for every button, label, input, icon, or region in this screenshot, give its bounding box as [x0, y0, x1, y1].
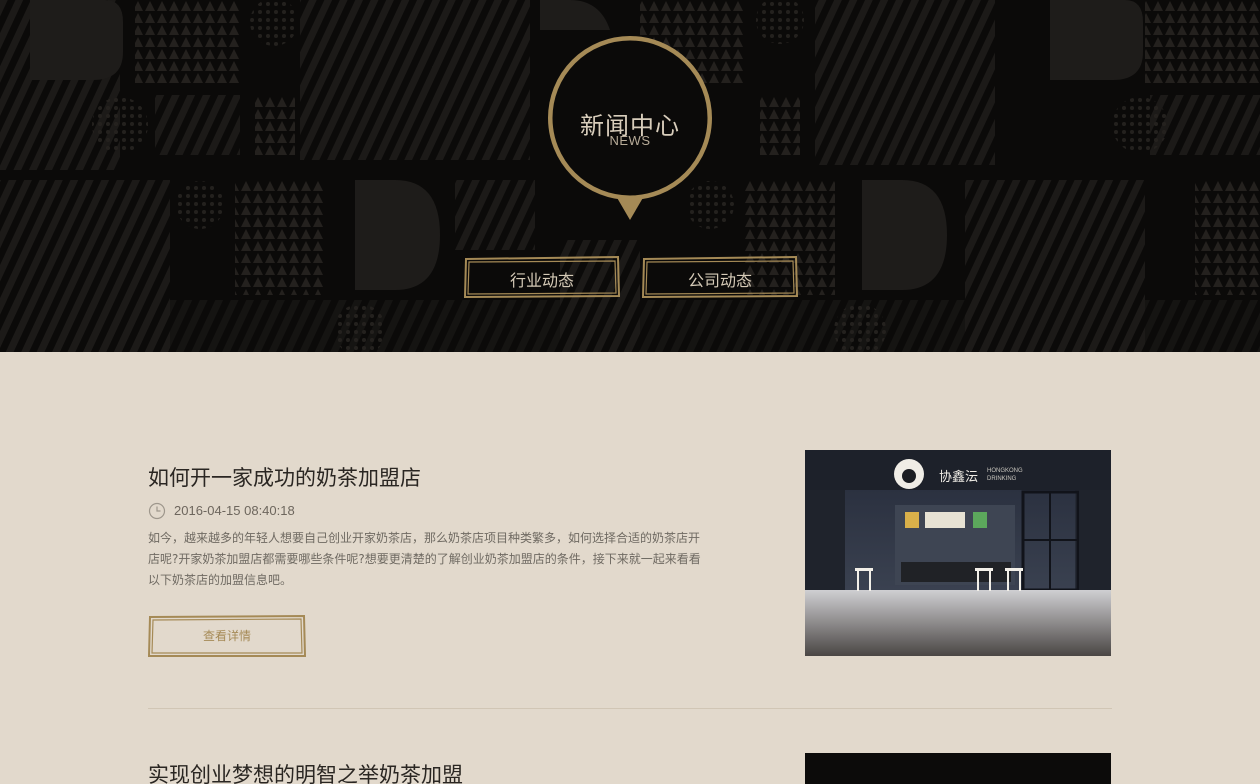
clock-icon	[148, 502, 166, 520]
article-date: 2016-04-15 08:40:18	[174, 503, 295, 518]
article-thumbnail[interactable]	[805, 753, 1111, 784]
hero-banner: 新闻中心 NEWS 行业动态 公司动态	[0, 0, 1260, 352]
view-details-button[interactable]: 查看详情	[148, 614, 306, 658]
article-divider	[148, 708, 1112, 709]
storefront-sign: 协鑫沄	[939, 469, 978, 485]
tab-industry-news[interactable]: 行业动态	[464, 256, 620, 298]
tab-company-news-label: 公司动态	[687, 271, 752, 290]
storefront-image: 协鑫沄 HONGKONG DRINKING	[805, 450, 1111, 656]
storefront-sign-en-2: DRINKING	[987, 476, 1017, 482]
page-subtitle: NEWS	[609, 133, 651, 148]
article-thumbnail[interactable]: 协鑫沄 HONGKONG DRINKING	[805, 450, 1111, 656]
tab-industry-news-label: 行业动态	[509, 271, 574, 290]
article-excerpt: 如今，越来越多的年轻人想要自己创业开家奶茶店，那么奶茶店项目种类繁多，如何选择合…	[148, 531, 701, 587]
tab-company-news[interactable]: 公司动态	[642, 256, 798, 298]
news-center-badge: 新闻中心 NEWS	[546, 34, 714, 222]
article-title[interactable]: 如何开一家成功的奶茶加盟店	[148, 462, 421, 492]
storefront-sign-en-1: HONGKONG	[987, 468, 1023, 474]
article-title[interactable]: 实现创业梦想的明智之举奶茶加盟	[148, 759, 463, 784]
view-details-label: 查看详情	[202, 629, 251, 643]
